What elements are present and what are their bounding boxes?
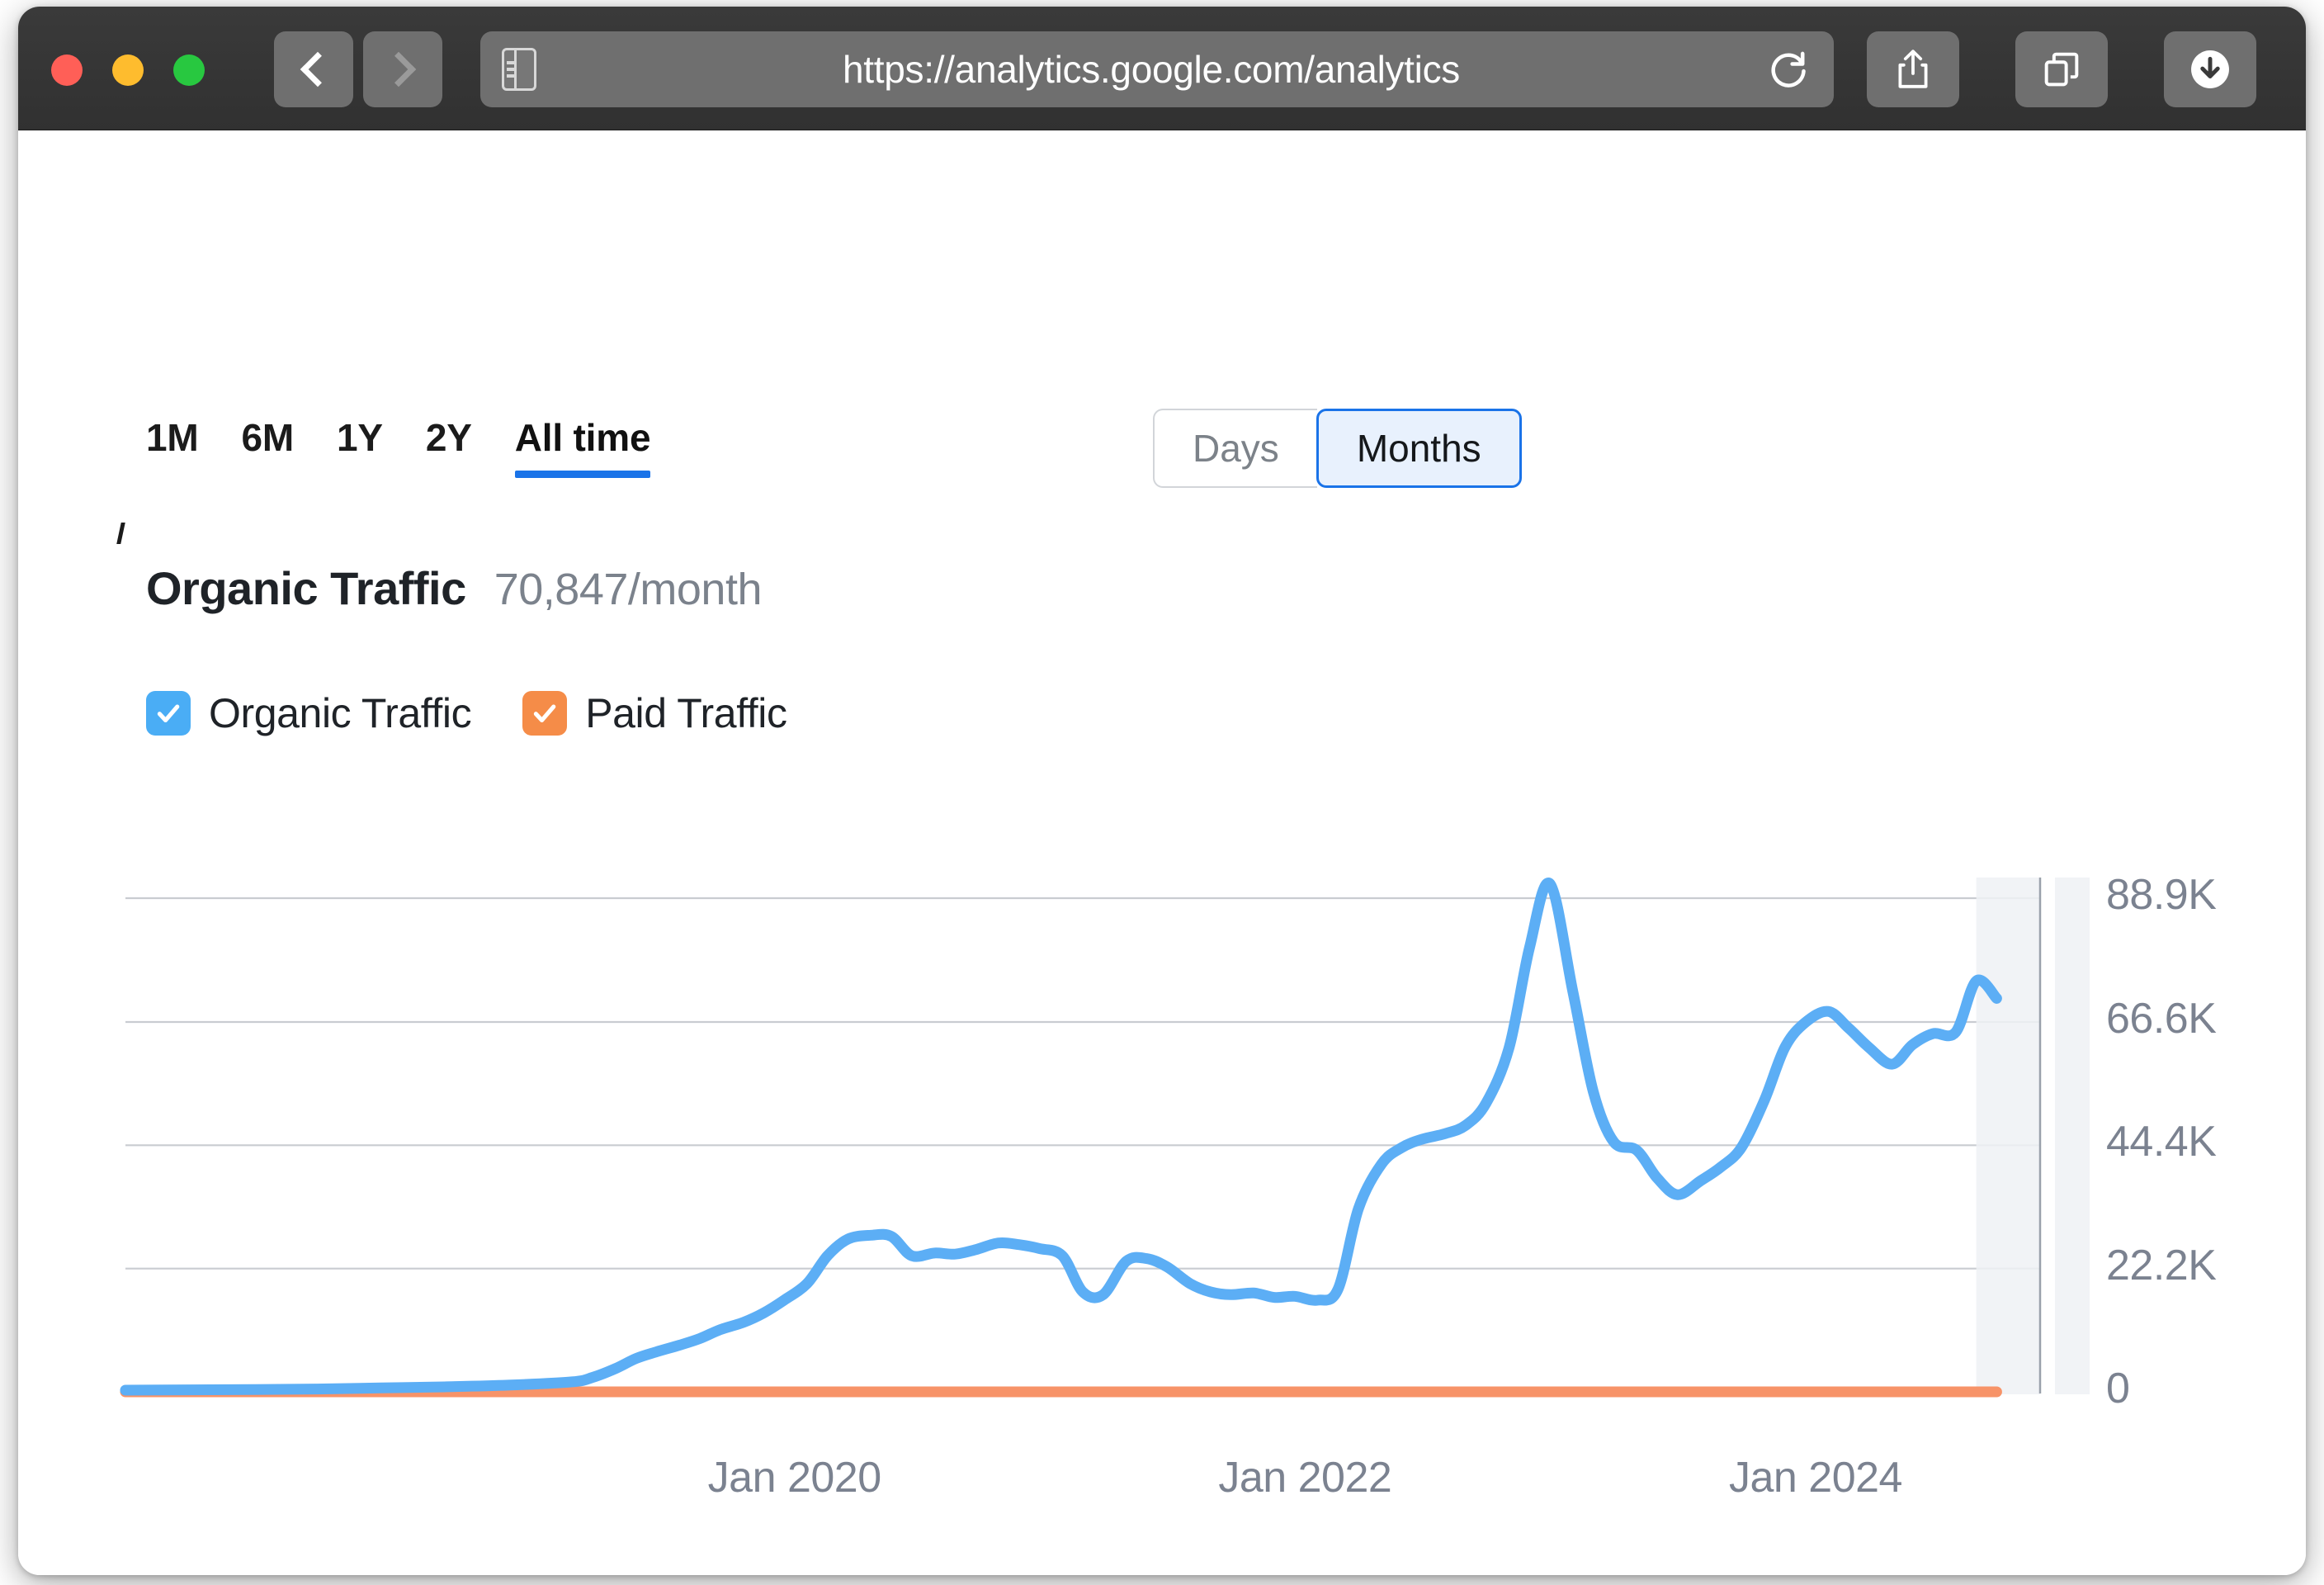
series-legend: Organic Traffic Paid Traffic [146, 689, 787, 737]
checkbox-organic-traffic[interactable] [146, 691, 191, 736]
x-axis-tick: Jan 2022 [1218, 1454, 1392, 1502]
minimize-window-button[interactable] [112, 54, 144, 86]
y-axis-tick: 88.9K [2106, 871, 2217, 919]
address-bar[interactable]: https://analytics.google.com/analytics [480, 31, 1834, 107]
page-title: Organic Traffic [146, 562, 466, 614]
tab-6m[interactable]: 6M [242, 415, 295, 478]
y-axis-tick: 0 [2106, 1365, 2130, 1412]
series-line-organic-traffic [120, 878, 2002, 1396]
tab-1y[interactable]: 1Y [337, 415, 383, 478]
chevron-left-icon [300, 51, 336, 88]
tab-1m[interactable]: 1M [146, 415, 199, 478]
browser-window: https://analytics.google.com/analytics S… [18, 7, 2306, 1575]
decorative-tick [116, 523, 125, 544]
granularity-months[interactable]: Months [1316, 409, 1522, 488]
y-axis-tick: 22.2K [2106, 1241, 2217, 1289]
x-axis-tick: Jan 2024 [1729, 1454, 1902, 1502]
zoom-window-button[interactable] [173, 54, 205, 86]
time-range-tabs: 1M 6M 1Y 2Y All time [146, 415, 693, 478]
x-axis-labels: Jan 2020 Jan 2022 Jan 2024 [18, 1453, 2306, 1519]
forward-button[interactable] [363, 31, 442, 107]
metric-value: 70,847/month [494, 565, 763, 614]
incomplete-period-band [1976, 878, 2040, 1394]
legend-item-paid[interactable]: Paid Traffic [522, 689, 787, 737]
granularity-days[interactable]: Days [1153, 409, 1317, 488]
chevron-right-icon [380, 51, 417, 88]
tab-all-time[interactable]: All time [514, 415, 651, 478]
tab-2y[interactable]: 2Y [426, 415, 472, 478]
granularity-toggle: Days Months [1153, 409, 1522, 488]
chart-header: Organic Traffic 70,847/month [146, 561, 762, 615]
browser-chrome: https://analytics.google.com/analytics S… [18, 7, 2306, 130]
back-button[interactable] [274, 31, 353, 107]
window-controls [51, 54, 205, 86]
outer-band [2055, 878, 2090, 1394]
y-axis-tick: 66.6K [2106, 995, 2217, 1043]
chart-canvas [120, 878, 2090, 1398]
share-button[interactable]: Share [1867, 31, 1959, 107]
close-window-button[interactable] [51, 54, 83, 86]
y-axis-tick: 44.4K [2106, 1118, 2217, 1166]
sidebar-toggle-icon[interactable] [502, 48, 536, 91]
legend-label-paid: Paid Traffic [585, 690, 787, 736]
downloads-button[interactable]: Downloads [2164, 31, 2256, 107]
traffic-chart [18, 130, 2306, 1575]
legend-label-organic: Organic Traffic [209, 690, 472, 736]
checkbox-paid-traffic[interactable] [522, 691, 568, 736]
url-text: https://analytics.google.com/analytics [843, 48, 1460, 91]
page-content: 1M 6M 1Y 2Y All time Days Months Organic… [18, 130, 2306, 1575]
legend-item-organic[interactable]: Organic Traffic [146, 689, 472, 737]
x-axis-tick: Jan 2020 [707, 1454, 881, 1502]
tab-overview-button[interactable]: Tab Overview [2015, 31, 2108, 107]
reload-icon[interactable] [1766, 48, 1809, 91]
